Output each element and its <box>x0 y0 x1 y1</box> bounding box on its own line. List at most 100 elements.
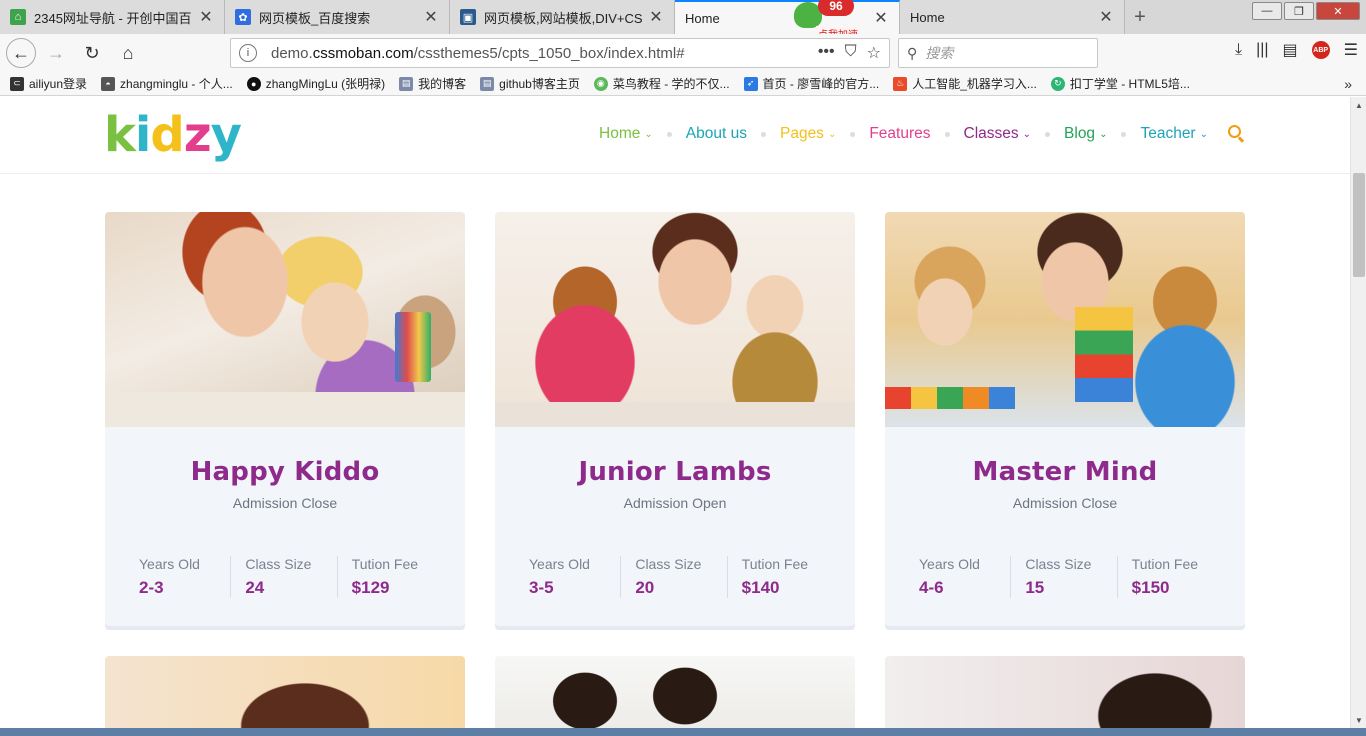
chevron-down-icon: ⌄ <box>1099 128 1108 140</box>
window-close-button[interactable]: ✕ <box>1316 2 1360 20</box>
stat-label: Years Old <box>139 556 200 572</box>
tab-2345[interactable]: ⌂ 2345网址导航 - 开创中国百年品牌 ✕ <box>0 0 225 34</box>
menu-label: Pages <box>779 125 824 142</box>
class-card[interactable]: Junior Lambs Admission Open Years Old 3-5… <box>495 212 855 626</box>
close-icon[interactable]: ✕ <box>648 7 664 27</box>
main-menu: Home ⌄ About us Pages ⌄ Features Classes ⌄ … <box>599 125 1246 143</box>
sidebar-icon[interactable]: ▤ <box>1283 40 1298 60</box>
template-site-icon: ▣ <box>460 9 476 25</box>
menu-label: Blog <box>1064 125 1096 142</box>
stat-value: 24 <box>245 578 265 597</box>
admission-status: Admission Open <box>623 495 727 511</box>
stat-label: Tution Fee <box>741 556 809 572</box>
stat-label: Years Old <box>529 556 590 572</box>
class-title[interactable]: Junior Lambs <box>495 457 855 487</box>
tab-home-active[interactable]: Home ✕ <box>675 0 900 34</box>
bookmark-item[interactable]: ⊂ ailiyun登录 <box>10 75 87 92</box>
close-icon[interactable]: ✕ <box>873 8 889 28</box>
menu-item-pages[interactable]: Pages ⌄ <box>780 125 836 143</box>
logo-letter: i <box>134 107 151 163</box>
class-card-partial[interactable] <box>885 656 1245 728</box>
bookmark-item[interactable]: ▤ github博客主页 <box>480 75 580 92</box>
stat-years: Years Old 4-6 <box>919 556 1010 598</box>
site-info-icon[interactable]: i <box>239 44 257 62</box>
bookmark-item[interactable]: ◉ 菜鸟教程 - 学的不仅... <box>593 75 730 92</box>
site-header: kidzy Home ⌄ About us Pages ⌄ Features Cla… <box>0 97 1350 174</box>
stat-label: Years Old <box>919 556 980 572</box>
back-button[interactable]: ← <box>6 38 36 68</box>
page-actions-icon[interactable]: ••• <box>818 43 835 63</box>
logo-letter: y <box>210 107 242 163</box>
page-scrollbar[interactable]: ▲ ▼ <box>1350 97 1366 728</box>
stat-size: Class Size 20 <box>620 556 726 598</box>
classes-grid: Happy Kiddo Admission Close Years Old 2-3… <box>105 212 1245 728</box>
bookmarks-overflow-icon[interactable]: » <box>1344 76 1352 92</box>
hat-icon: ◓ <box>101 76 116 91</box>
class-title[interactable]: Happy Kiddo <box>105 457 465 487</box>
menu-separator <box>1045 131 1051 137</box>
bookmark-label: 菜鸟教程 - 学的不仅... <box>612 77 730 91</box>
url-prefix: demo. <box>271 44 313 62</box>
pocket-icon[interactable]: ⛉ <box>845 43 857 63</box>
stat-label: Class Size <box>245 556 312 572</box>
scroll-up-arrow-icon[interactable]: ▲ <box>1351 97 1366 113</box>
scroll-thumb[interactable] <box>1353 173 1365 277</box>
admission-status: Admission Close <box>232 495 338 511</box>
class-stats: Years Old 4-6 Class Size 15 Tution Fee $150 <box>885 556 1245 598</box>
menu-item-teacher[interactable]: Teacher ⌄ <box>1140 125 1208 143</box>
adblock-icon[interactable]: ABP <box>1311 41 1330 59</box>
close-icon[interactable]: ✕ <box>1098 7 1114 27</box>
url-host: cssmoban.com <box>312 44 414 62</box>
home-button[interactable]: ⌂ <box>112 37 144 69</box>
menu-item-classes[interactable]: Classes ⌄ <box>964 125 1032 143</box>
menu-item-features[interactable]: Features <box>869 125 930 143</box>
class-card[interactable]: Happy Kiddo Admission Close Years Old 2-3… <box>105 212 465 626</box>
menu-label: Home <box>599 125 641 142</box>
class-card[interactable]: Master Mind Admission Close Years Old 4-6… <box>885 212 1245 626</box>
search-bar[interactable]: ⚲ 搜索 <box>898 38 1098 68</box>
bookmark-item[interactable]: ↻ 扣丁学堂 - HTML5培... <box>1050 75 1190 92</box>
stat-value: 4-6 <box>919 578 944 597</box>
class-title[interactable]: Master Mind <box>885 457 1245 487</box>
maximize-button[interactable]: ❐ <box>1284 2 1314 20</box>
tab-cssmoban[interactable]: ▣ 网页模板,网站模板,DIV+CSS模板 ✕ <box>450 0 675 34</box>
kidzy-logo[interactable]: kidzy <box>104 107 242 163</box>
bookmark-item[interactable]: ● zhangMingLu (张明禄) <box>246 75 385 92</box>
stat-fee: Tution Fee $129 <box>336 556 443 598</box>
reload-button[interactable]: ↻ <box>76 37 108 69</box>
bookmark-label: 我的博客 <box>418 77 467 91</box>
bookmark-item[interactable]: ➶ 首页 - 廖雪峰的官方... <box>743 75 879 92</box>
close-icon[interactable]: ✕ <box>423 7 439 27</box>
menu-separator <box>760 131 766 137</box>
page-viewport: kidzy Home ⌄ About us Pages ⌄ Features Cla… <box>0 97 1350 728</box>
bookmark-label: ailiyun登录 <box>29 77 88 91</box>
bookmark-item[interactable]: ◓ zhangminglu - 个人... <box>101 75 233 92</box>
tab-home[interactable]: Home ✕ <box>900 0 1125 34</box>
menu-item-blog[interactable]: Blog ⌄ <box>1064 125 1107 143</box>
bookmark-item[interactable]: ▤ 我的博客 <box>399 75 466 92</box>
bookmarks-bar: ⊂ ailiyun登录 ◓ zhangminglu - 个人... ● zhangMi… <box>0 72 1366 96</box>
scroll-down-arrow-icon[interactable]: ▼ <box>1351 712 1366 728</box>
minimize-button[interactable]: — <box>1252 2 1282 20</box>
menu-label: Features <box>869 125 931 142</box>
forward-button[interactable]: → <box>40 37 72 69</box>
url-bar[interactable]: i demo. cssmoban.com/cssthemes5/cpts_1050… <box>230 38 890 68</box>
close-icon[interactable]: ✕ <box>198 7 214 27</box>
bookmark-item[interactable]: ♨ 人工智能_机器学习入... <box>893 75 1037 92</box>
search-icon[interactable] <box>1228 125 1246 143</box>
menu-icon[interactable]: ☰ <box>1344 40 1358 60</box>
library-icon[interactable]: ||| <box>1256 41 1268 59</box>
menu-item-home[interactable]: Home ⌄ <box>599 125 653 143</box>
class-card-partial[interactable] <box>495 656 855 728</box>
download-icon[interactable]: ⤓ <box>1235 41 1242 59</box>
tab-baidu[interactable]: ✿ 网页模板_百度搜索 ✕ <box>225 0 450 34</box>
stat-value: 15 <box>1025 578 1045 597</box>
tab-title: 网页模板_百度搜索 <box>259 10 371 26</box>
menu-item-about[interactable]: About us <box>686 125 747 143</box>
stat-value: 2-3 <box>139 578 164 597</box>
tab-title: Home <box>910 9 945 25</box>
bookmark-star-icon[interactable]: ☆ <box>867 43 881 63</box>
new-tab-button[interactable]: + <box>1125 0 1155 34</box>
class-card-partial[interactable] <box>105 656 465 728</box>
admission-status: Admission Close <box>1012 495 1118 511</box>
